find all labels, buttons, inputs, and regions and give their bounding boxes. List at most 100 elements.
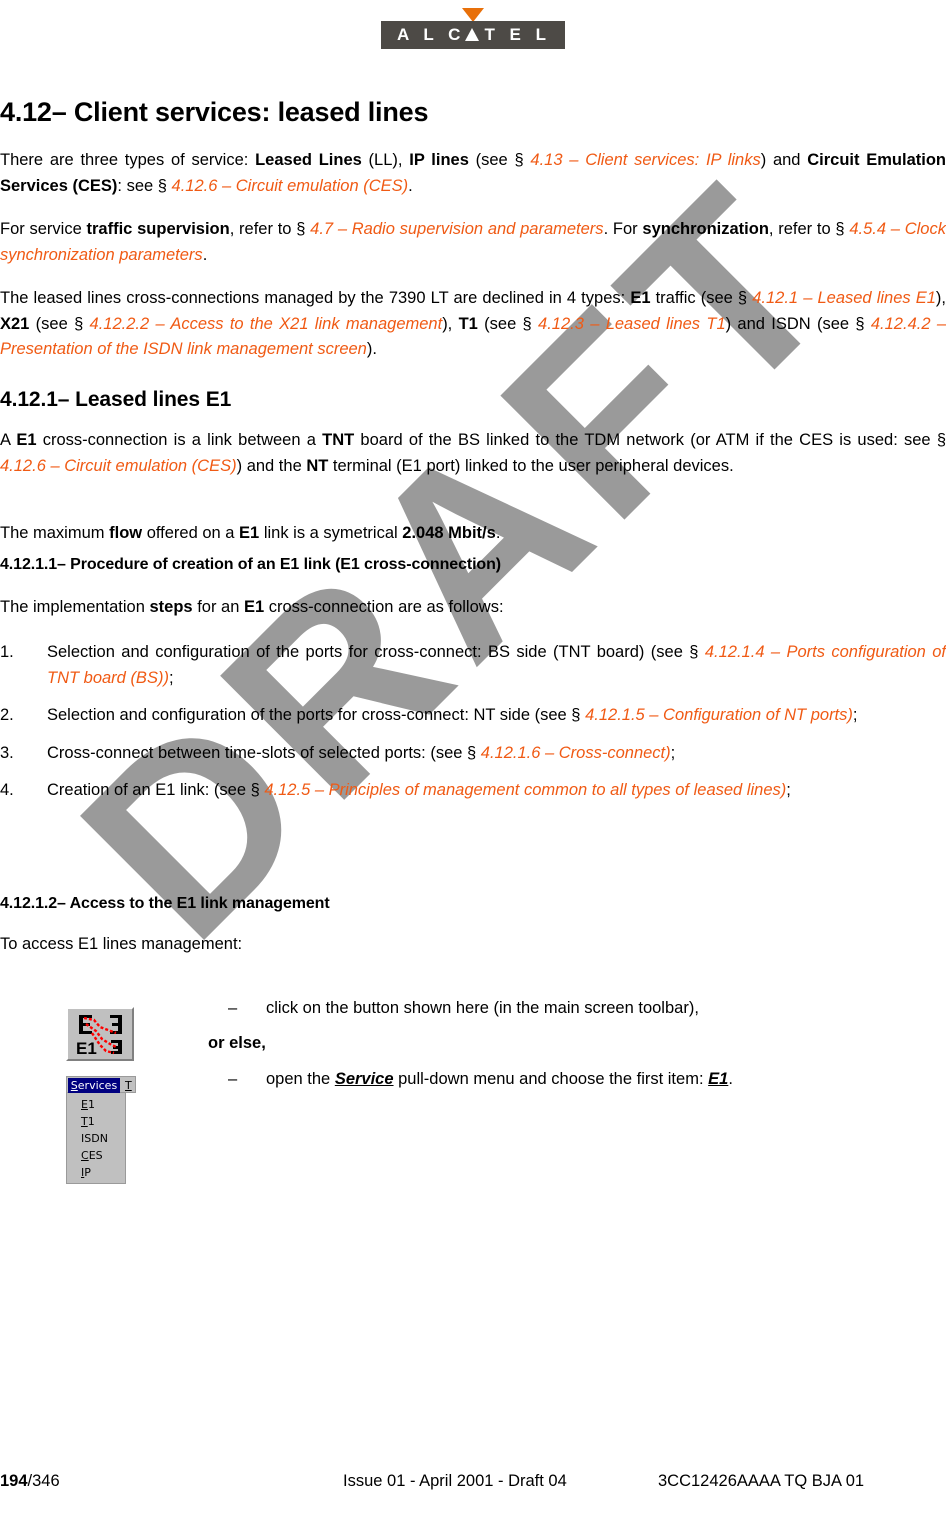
text-run: (LL), [361,151,410,169]
cross-reference: 4.12.6 – Circuit emulation (CES) [0,456,237,475]
dash-bullet-icon: – [228,999,238,1017]
list-item-number: 4. [0,781,14,799]
services-pulldown-menu[interactable]: Services T E1 T1 ISDN CES IP [66,1076,136,1184]
footer-page-number: 194/346 [0,1472,60,1491]
text-bold: traffic supervision [86,220,230,238]
section-heading-4-12-1-1: 4.12.1.1– Procedure of creation of an E1… [0,556,502,573]
text-run: ) and the [236,456,307,475]
text-run: Selection and configuration of the ports… [47,706,586,724]
text-run: . [495,524,501,542]
text-run: pull-down menu and choose the first item… [393,1070,709,1088]
text-bold: NT [306,456,329,475]
text-bold: E1 [239,524,260,542]
text-bold: E1 [243,598,265,616]
section-heading-4-12-1: 4.12.1– Leased lines E1 [0,388,232,411]
text-bold: E1 [630,289,651,307]
text-run: . [408,176,413,195]
menu-services[interactable]: Services [68,1078,120,1093]
text-bold: synchronization [642,220,769,238]
menu-item-t1[interactable]: T1 [67,1113,125,1130]
cross-reference: 4.12.1.6 – Cross-connect) [480,743,671,762]
e1-toolbar-button[interactable]: E1 [66,1007,134,1061]
paragraph-access-intro: To access E1 lines management: [0,935,243,953]
menu-item-mnemonic: E [81,1098,88,1111]
footer-issue: Issue 01 - April 2001 - Draft 04 [343,1472,567,1490]
footer-total-pages: /346 [27,1472,60,1490]
list-item-number: 3. [0,743,14,762]
footer-current-page: 194 [0,1472,28,1490]
text-run: Creation of an E1 link: (see § [47,781,265,799]
or-else-text: or else, [208,1034,266,1052]
text-run: (see § [29,314,90,333]
paragraph-max-flow: The maximum flow offered on a E1 link is… [0,521,946,547]
text-run: ) and [760,151,808,169]
text-run: The maximum [0,524,110,542]
text-run: For service [0,220,87,238]
alcatel-wordmark-left: A L C [396,25,466,44]
alcatel-wordmark: A L CT E L [380,21,565,49]
menu-next-truncated[interactable]: T [125,1078,132,1093]
text-run: (see § [477,314,539,333]
text-run: cross-connection are as follows: [264,598,504,616]
menu-item-mnemonic: C [81,1149,89,1162]
document-page: DRAFT A L CT E L 4.12– Client services: … [0,0,946,1527]
text-bold: Leased Lines [255,151,362,169]
cross-reference: 4.12.3 – Leased lines T1 [538,314,726,333]
text-run: Selection and configuration of the ports… [47,643,705,661]
alcatel-wordmark-right: T E L [484,25,551,44]
text-run: , refer to § [768,220,850,238]
menu-item-e1[interactable]: E1 [67,1096,125,1113]
triangle-a-icon [465,28,480,41]
access-option-1-text: click on the button shown here (in the m… [266,999,699,1017]
text-run: , refer to § [229,220,311,238]
text-run: link is a symetrical [259,524,403,542]
paragraph-e1-definition: A E1 cross-connection is a link between … [0,428,946,479]
text-run: The leased lines cross-connections manag… [0,289,631,307]
menu-item-rest: 1 [87,1115,95,1128]
text-bold: TNT [322,431,355,449]
text-bold: T1 [458,314,478,333]
paragraph-intro-services: There are three types of service: Leased… [0,148,946,199]
text-run: . [728,1070,733,1088]
footer-doc-id: 3CC12426AAAA TQ BJA 01 [658,1472,865,1490]
menu-item-rest: P [84,1166,91,1179]
section-heading-4-12-1-2: 4.12.1.2– Access to the E1 link manageme… [0,895,330,912]
access-option-2-row: – open the Service pull-down menu and ch… [228,1067,946,1093]
menu-item-emphasis: E1 [708,1070,729,1088]
text-run: ; [786,781,791,799]
svg-text:E1: E1 [76,1039,97,1058]
alcatel-logo: A L CT E L [0,8,946,49]
text-run: ; [168,668,174,687]
text-run: : see § [117,176,172,195]
services-dropdown: E1 T1 ISDN CES IP [66,1093,126,1184]
text-bold: 2.048 Mbit/s [402,524,496,542]
menu-item-ces[interactable]: CES [67,1147,125,1164]
list-item: 1. Selection and configuration of the por… [0,640,946,691]
text-run: open the [266,1070,335,1088]
orange-arrow-icon [462,8,484,22]
menu-services-label: ervices [77,1079,118,1092]
list-item-number: 2. [0,706,14,724]
text-bold: steps [149,598,193,616]
cross-reference: 4.12.1.5 – Configuration of NT ports) [585,706,853,724]
cross-reference: 4.12.6 – Circuit emulation (CES) [171,176,409,195]
text-bold: X21 [0,314,30,333]
access-option-1-row: – click on the button shown here (in the… [228,996,946,1022]
text-bold: IP lines [409,151,469,169]
list-item: 3. Cross-connect between time-slots of se… [0,741,946,767]
text-run: terminal (E1 port) linked to the user pe… [328,456,734,475]
menu-item-mnemonic: T [81,1115,88,1128]
paragraph-traffic-supervision: For service traffic supervision, refer t… [0,217,946,268]
text-run: traffic (see § [650,289,753,307]
text-run: offered on a [142,524,240,542]
text-run: There are three types of service: [0,151,256,169]
text-run: cross-connection is a link between a [36,431,323,449]
menu-item-isdn[interactable]: ISDN [67,1130,125,1147]
text-run: ), [442,314,459,333]
list-item: 4. Creation of an E1 link: (see § 4.12.5 … [0,778,946,804]
dash-bullet-icon: – [228,1070,238,1088]
text-run: ) and ISDN (see § [725,314,871,333]
menu-item-ip[interactable]: IP [67,1164,125,1181]
text-run: ; [670,743,676,762]
text-run: board of the BS linked to the TDM networ… [354,431,946,449]
